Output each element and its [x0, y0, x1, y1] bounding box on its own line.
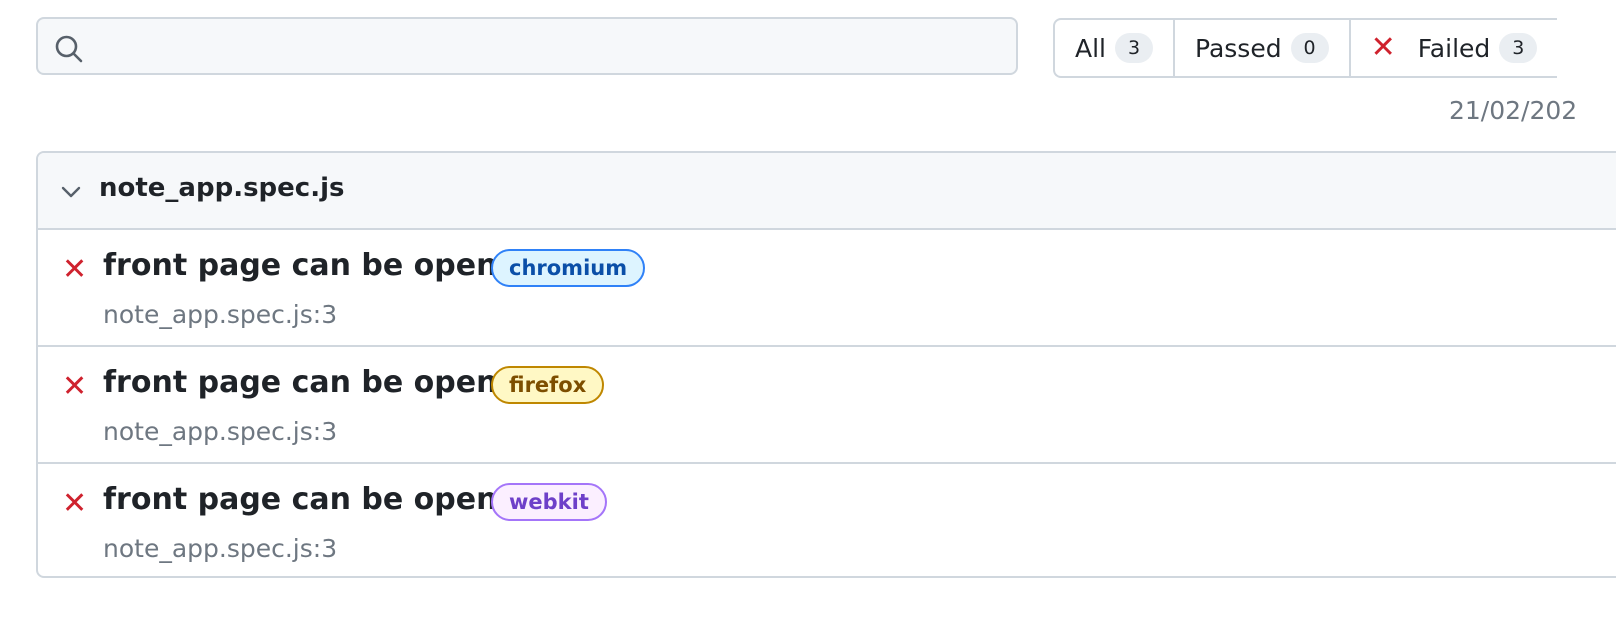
failed-x-icon: ✕: [62, 252, 88, 287]
search-input[interactable]: [102, 19, 1006, 75]
project-tag-webkit[interactable]: webkit: [491, 483, 607, 521]
test-title[interactable]: front page can be opened: [103, 365, 539, 400]
test-row[interactable]: ✕ front page can be opened firefox note_…: [38, 347, 1616, 464]
status-filter-tabs: All 3 Passed 0 ✕ Failed 3: [1053, 18, 1558, 78]
test-location: note_app.spec.js:3: [103, 300, 338, 329]
filter-failed-tab[interactable]: ✕ Failed 3: [1348, 20, 1558, 76]
test-title[interactable]: front page can be opened: [103, 248, 539, 283]
filter-all-tab[interactable]: All 3: [1055, 20, 1173, 76]
filter-passed-count: 0: [1290, 33, 1329, 63]
file-card: note_app.spec.js ✕ front page can be ope…: [36, 151, 1616, 578]
x-icon: ✕: [1370, 30, 1396, 65]
file-name: note_app.spec.js: [99, 173, 345, 203]
file-header[interactable]: note_app.spec.js: [38, 153, 1616, 230]
test-location: note_app.spec.js:3: [103, 534, 338, 563]
failed-x-icon: ✕: [62, 486, 88, 521]
search-icon: [55, 35, 83, 63]
project-tag-chromium[interactable]: chromium: [491, 249, 646, 287]
failed-x-icon: ✕: [62, 369, 88, 404]
filter-all-label: All: [1075, 33, 1106, 63]
test-row[interactable]: ✕ front page can be opened webkit note_a…: [38, 464, 1616, 576]
chevron-down-icon: [61, 186, 81, 198]
search-box[interactable]: [36, 17, 1018, 75]
filter-all-count: 3: [1115, 33, 1153, 63]
test-row[interactable]: ✕ front page can be opened chromium note…: [38, 230, 1616, 347]
filter-passed-label: Passed: [1195, 33, 1282, 63]
project-tag-firefox[interactable]: firefox: [491, 366, 605, 404]
report-date: 21/02/202: [1449, 96, 1578, 125]
test-report: All 3 Passed 0 ✕ Failed 3 21/02/202 note…: [0, 0, 1616, 620]
test-title[interactable]: front page can be opened: [103, 482, 539, 517]
filter-passed-tab[interactable]: Passed 0: [1173, 20, 1349, 76]
filter-failed-count: 3: [1499, 33, 1538, 63]
test-location: note_app.spec.js:3: [103, 417, 338, 446]
filter-failed-label: Failed: [1417, 33, 1491, 63]
